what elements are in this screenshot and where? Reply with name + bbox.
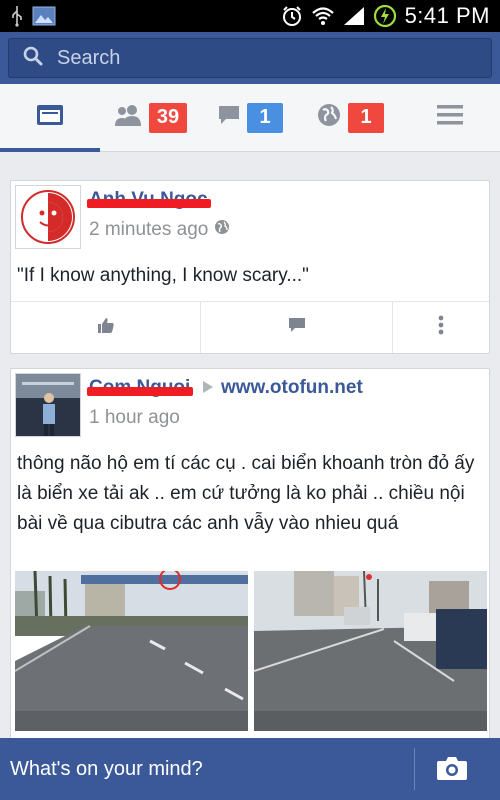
feed-post: Anh Vu Ngoc 2 minutes ago "If I know any…	[10, 180, 490, 354]
avatar[interactable]	[15, 185, 81, 249]
composer-divider	[414, 748, 415, 790]
friend-requests-badge: 39	[148, 102, 188, 133]
post-header: Com Nguoi www.otofun.net 1 hour ago	[11, 369, 489, 441]
post-photo[interactable]	[15, 571, 248, 731]
friends-icon	[113, 103, 143, 132]
usb-icon	[10, 5, 24, 27]
messages-badge: 1	[247, 102, 283, 133]
public-globe-icon	[214, 219, 230, 241]
post-time[interactable]: 2 minutes ago	[89, 219, 208, 241]
alarm-icon	[281, 5, 303, 27]
globe-icon	[316, 102, 342, 133]
like-icon	[97, 316, 115, 339]
tab-friend-requests[interactable]: 39	[100, 84, 200, 151]
post-meta: 1 hour ago	[89, 407, 180, 429]
more-icon	[438, 315, 444, 340]
chat-bubble-icon	[217, 104, 241, 131]
comment-icon	[288, 317, 306, 338]
shared-to-link[interactable]: www.otofun.net	[221, 377, 363, 399]
search-icon	[23, 46, 43, 71]
like-button[interactable]	[11, 302, 201, 353]
post-header: Anh Vu Ngoc 2 minutes ago	[11, 181, 489, 253]
redaction-bar	[87, 387, 193, 396]
news-feed: Anh Vu Ngoc 2 minutes ago "If I know any…	[0, 152, 500, 738]
signal-icon	[343, 6, 365, 26]
status-bar: 5:41 PM	[0, 0, 500, 32]
post-actions	[11, 301, 489, 353]
search-area: Search	[0, 32, 500, 84]
notifications-badge: 1	[348, 102, 384, 133]
tab-more[interactable]	[400, 84, 500, 151]
clock: 5:41 PM	[404, 3, 490, 28]
menu-icon	[436, 104, 464, 131]
post-meta: 2 minutes ago	[89, 219, 230, 241]
comment-button[interactable]	[201, 302, 393, 353]
post-text: "If I know anything, I know scary..."	[17, 265, 309, 286]
avatar[interactable]	[15, 373, 81, 437]
tab-messages[interactable]: 1	[200, 84, 300, 151]
top-nav: 39 1 1	[0, 84, 500, 152]
redaction-bar	[87, 199, 211, 208]
post-photo[interactable]	[254, 571, 487, 731]
status-composer: What's on your mind?	[0, 738, 500, 800]
shared-to-arrow-icon	[201, 379, 215, 400]
search-placeholder: Search	[57, 46, 121, 69]
post-time[interactable]: 1 hour ago	[89, 407, 180, 429]
composer-input[interactable]: What's on your mind?	[0, 758, 203, 781]
post-text: thông não hộ em tí các cụ . cai biển kho…	[17, 453, 475, 534]
search-input[interactable]: Search	[8, 38, 492, 78]
gallery-icon	[32, 6, 56, 26]
camera-icon[interactable]	[436, 754, 468, 787]
battery-charging-icon	[373, 4, 397, 28]
tab-notifications[interactable]: 1	[300, 84, 400, 151]
post-options-button[interactable]	[393, 302, 489, 353]
feed-post: Com Nguoi www.otofun.net 1 hour ago thôn…	[10, 368, 490, 738]
tab-news-feed[interactable]	[0, 84, 100, 152]
news-feed-icon	[36, 104, 64, 131]
post-photos	[15, 571, 487, 731]
wifi-icon	[311, 6, 335, 26]
